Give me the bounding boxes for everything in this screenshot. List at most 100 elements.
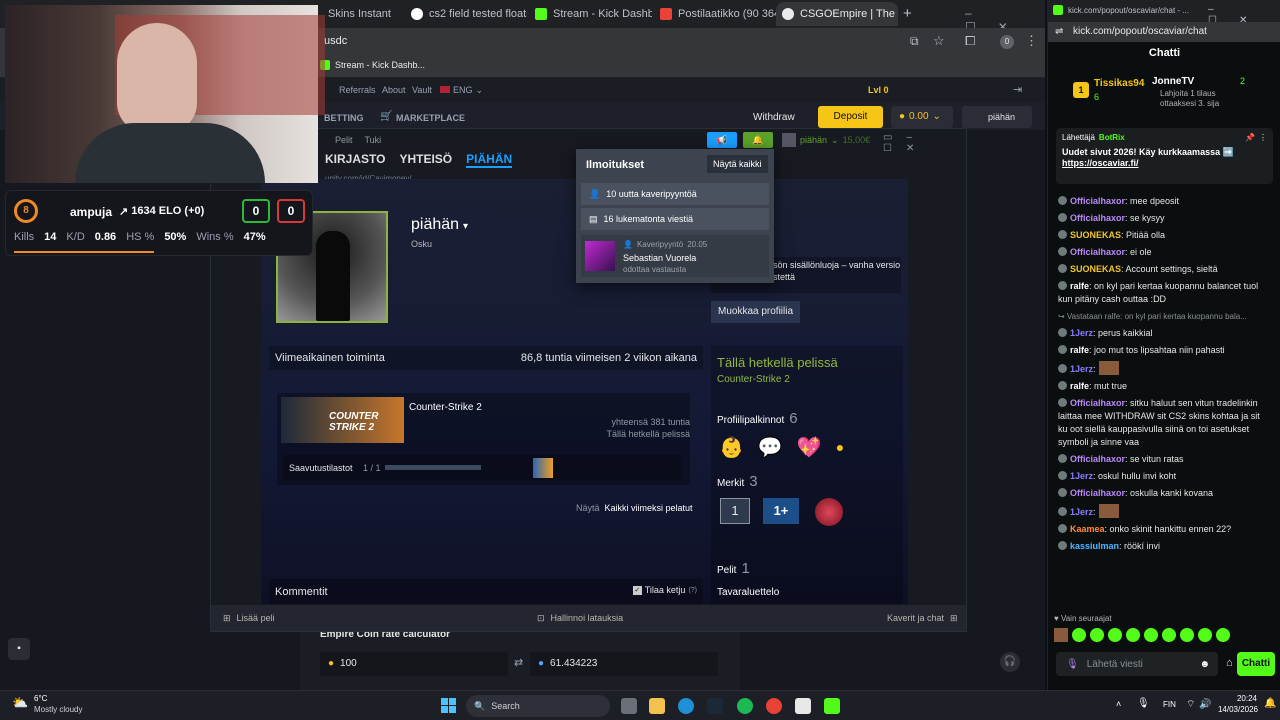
chat-username[interactable]: Officialhaxor	[1070, 196, 1125, 206]
chat-username[interactable]: Officialhaxor	[1070, 247, 1125, 257]
bookmark-kick[interactable]: Stream - Kick Dashb...	[320, 60, 425, 70]
game-title[interactable]: Counter-Strike 2	[409, 402, 482, 413]
chat-username[interactable]: Officialhaxor	[1070, 488, 1125, 498]
taskbar-search[interactable]: 🔍 Search	[466, 695, 610, 717]
emote-icon[interactable]	[1090, 628, 1104, 642]
task-view-icon[interactable]	[621, 698, 637, 714]
pen-app-icon[interactable]	[795, 698, 811, 714]
badge-level[interactable]: 1+	[763, 498, 799, 524]
emote-icon[interactable]	[1126, 628, 1140, 642]
tab-skins-instant[interactable]: Skins Instant	[322, 2, 405, 26]
friends-chat-button[interactable]: Kaverit ja chat ⊞	[887, 613, 958, 624]
emote-icon[interactable]	[1072, 628, 1086, 642]
inventory-link[interactable]: Tavaraluettelo	[717, 587, 779, 598]
steam-icon[interactable]	[707, 698, 723, 714]
chat-username[interactable]: Kaamea	[1070, 524, 1105, 534]
chat-username[interactable]: kassiulman	[1070, 541, 1119, 551]
emote-icon[interactable]	[1162, 628, 1176, 642]
tab-mail[interactable]: Postilaatikko (90 364)✕	[654, 2, 776, 26]
nav-betting[interactable]: BETTING	[324, 113, 364, 123]
friend-requests-item[interactable]: 👤 10 uutta kaveripyyntöä	[581, 183, 769, 205]
badge-seal-icon[interactable]	[815, 498, 843, 526]
notification-center-icon[interactable]: 🔔	[1264, 698, 1276, 709]
nav-vault[interactable]: Vault	[412, 85, 432, 95]
pinned-link[interactable]: https://oscaviar.fi/	[1062, 158, 1267, 168]
achievement-icon[interactable]	[533, 458, 553, 478]
chat-username[interactable]: Officialhaxor	[1070, 398, 1125, 408]
show-all-notifications-button[interactable]: Näytä kaikki	[707, 155, 768, 173]
announcements-icon[interactable]: 📢	[707, 132, 737, 148]
language-select[interactable]: ENG ⌄	[440, 85, 483, 96]
nav-profile[interactable]: PIÄHÄN	[466, 152, 513, 168]
spotify-icon[interactable]	[737, 698, 753, 714]
game-banner[interactable]: COUNTER STRIKE 2	[281, 397, 404, 443]
chat-username[interactable]: ralfe	[1070, 381, 1089, 391]
logout-icon[interactable]: ⇥	[1013, 83, 1022, 96]
microphone-icon[interactable]: 🎙	[1066, 659, 1079, 670]
chat-bubble-icon[interactable]: ▪	[8, 638, 30, 660]
tab-kick-dashboard[interactable]: Stream - Kick Dashbo✕	[529, 2, 652, 26]
windows-start-icon[interactable]	[441, 698, 456, 713]
chat-username[interactable]: SUONEKAS	[1070, 230, 1121, 240]
emote-icon[interactable]	[1180, 628, 1194, 642]
profile-avatar[interactable]: 0	[1000, 35, 1014, 49]
view-all-games[interactable]: Näytä Kaikki viimeksi pelatut	[576, 503, 693, 513]
add-game-button[interactable]: ⊞ Lisää peli	[223, 613, 275, 624]
more-icon[interactable]: ⋮	[1259, 133, 1267, 142]
install-icon[interactable]: ⧉	[910, 34, 919, 49]
keyboard-language[interactable]: FIN	[1163, 700, 1176, 709]
emoji-icon[interactable]: ☻	[1199, 659, 1210, 670]
user-menu[interactable]: piähän	[962, 106, 1032, 128]
network-volume-icons[interactable]: ⌔🔊	[1186, 698, 1216, 711]
emote-icon[interactable]	[1216, 628, 1230, 642]
calc-to-input[interactable]: ● 61.434223	[530, 652, 718, 676]
checkbox-icon[interactable]: ✓	[632, 585, 642, 595]
extensions-icon[interactable]: ⧠	[965, 33, 975, 49]
chat-username[interactable]: Officialhaxor	[1070, 454, 1125, 464]
friend-request-notification[interactable]: 👤 Kaveripyyntö 20.05 Sebastian Vuorela odo…	[581, 235, 769, 277]
nav-referrals[interactable]: Referrals	[339, 85, 376, 95]
steam-account-menu[interactable]: piähän ⌄ 15,00€	[782, 132, 870, 148]
badge-years[interactable]: 1	[720, 498, 750, 524]
pin-icon[interactable]: 📌	[1245, 133, 1255, 142]
chat-username[interactable]: 1Jerz	[1070, 364, 1093, 374]
award-speech-icon[interactable]: 💬	[758, 435, 783, 460]
bookmark-star-icon[interactable]: ☆	[933, 33, 945, 49]
notification-bell-icon[interactable]: 🔔	[743, 132, 773, 148]
steam-window-controls[interactable]: ▭–☐✕	[883, 132, 966, 154]
withdraw-button[interactable]: Withdraw	[753, 112, 795, 123]
menu-icon[interactable]: ⋮	[1025, 33, 1038, 49]
profile-name[interactable]: piähän ▾	[411, 216, 468, 234]
kick-app-icon[interactable]	[824, 698, 840, 714]
badges-heading[interactable]: Merkit 3	[717, 473, 758, 490]
chat-username[interactable]: SUONEKAS	[1070, 264, 1121, 274]
emote-icon[interactable]	[1108, 628, 1122, 642]
emote-icon[interactable]	[1144, 628, 1158, 642]
send-chat-button[interactable]: Chatti	[1237, 652, 1275, 676]
emote-icon[interactable]	[1054, 628, 1068, 642]
tab-cs2-floats[interactable]: cs2 field tested floats✕	[405, 2, 527, 26]
nav-community[interactable]: YHTEISÖ	[399, 152, 452, 168]
chat-username[interactable]: 1Jerz	[1070, 507, 1093, 517]
clock-time[interactable]: 20:24	[1221, 694, 1257, 703]
chat-username[interactable]: ralfe	[1070, 345, 1089, 355]
chat-username[interactable]: 1Jerz	[1070, 471, 1093, 481]
award-heart-icon[interactable]: 💖	[797, 435, 822, 460]
chat-username[interactable]: 1Jerz	[1070, 328, 1093, 338]
swap-icon[interactable]: ⇄	[514, 656, 523, 669]
headset-support-icon[interactable]: 🎧	[1000, 652, 1020, 672]
microphone-tray-icon[interactable]: 🎙	[1137, 698, 1150, 709]
weather-icon[interactable]: ⛅	[12, 695, 28, 711]
nav-marketplace[interactable]: MARKETPLACE	[396, 113, 465, 123]
calc-from-input[interactable]: ● 100	[320, 652, 508, 676]
manage-downloads-button[interactable]: ⊡ Hallinnoi latauksia	[537, 613, 623, 624]
help-hint[interactable]: (?)	[688, 587, 697, 594]
site-info-icon[interactable]: ⇌	[1055, 26, 1063, 37]
chat-input[interactable]: 🎙 Lähetä viesti ☻	[1056, 652, 1218, 676]
chat-username[interactable]: ralfe	[1070, 281, 1089, 291]
edge-icon[interactable]	[678, 698, 694, 714]
awards-heading[interactable]: Profiilipalkinnot 6	[717, 410, 798, 427]
chrome-icon[interactable]	[766, 698, 782, 714]
emote-icon[interactable]	[1198, 628, 1212, 642]
clock-date[interactable]: 14/03/2026	[1214, 705, 1258, 714]
